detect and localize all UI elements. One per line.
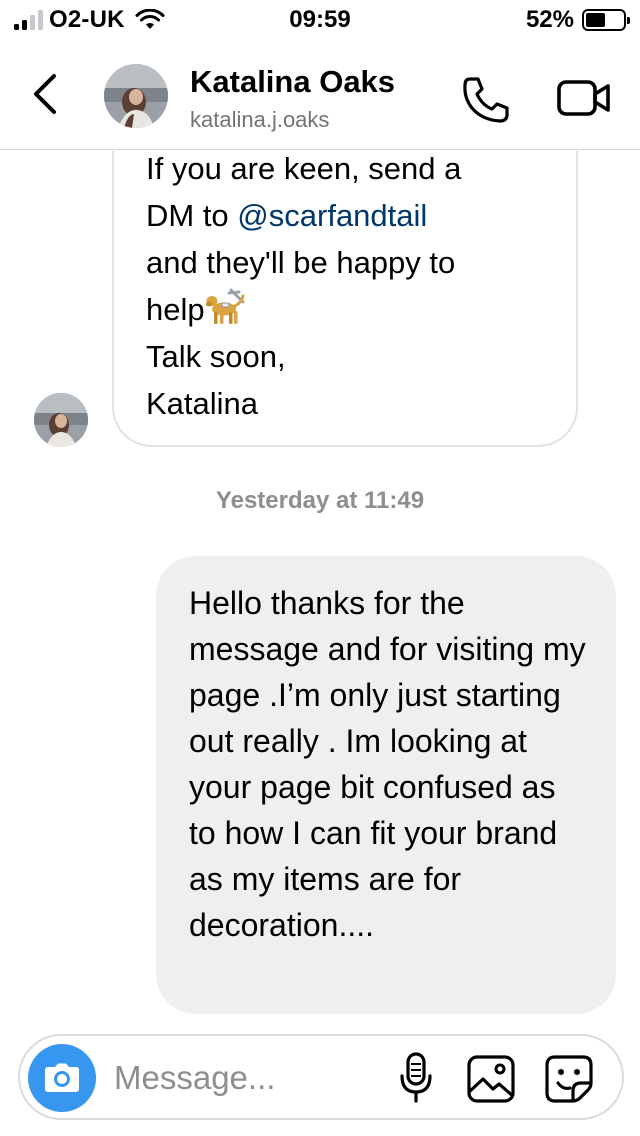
- mention-link[interactable]: @scarfandtail: [237, 198, 427, 233]
- outgoing-message[interactable]: Hello thanks for the message and for vis…: [156, 556, 616, 1014]
- microphone-icon[interactable]: [398, 1052, 434, 1104]
- conversation-header: Katalina Oaks katalina.j.oaks: [0, 40, 640, 150]
- message-timestamp: Yesterday at 11:49: [215, 487, 425, 514]
- battery-percent: 52%: [525, 6, 574, 33]
- contact-name[interactable]: Katalina Oaks: [190, 64, 395, 100]
- camera-icon: [45, 1063, 79, 1092]
- message-line: and they'll be happy to: [146, 245, 456, 280]
- sticker-icon[interactable]: [544, 1054, 594, 1104]
- video-camera-icon[interactable]: [556, 78, 612, 118]
- chevron-left-icon[interactable]: [30, 72, 60, 116]
- camera-button[interactable]: [28, 1044, 96, 1112]
- status-bar: O2-UK 09:59 52%: [0, 0, 640, 40]
- message-line: Talk soon,: [146, 339, 286, 374]
- avatar[interactable]: [104, 64, 168, 128]
- message-line: help: [146, 286, 546, 333]
- guide-dog-emoji-icon: [205, 288, 245, 324]
- message-line: Katalina: [146, 386, 259, 421]
- message-text: Hello thanks for the message and for vis…: [189, 585, 586, 943]
- battery-icon: [582, 9, 630, 31]
- message-thread[interactable]: If you are keen, send a DM to @scarfandt…: [0, 151, 640, 1031]
- message-input[interactable]: [114, 1054, 384, 1102]
- avatar[interactable]: [34, 393, 88, 447]
- battery-level: [586, 13, 605, 27]
- contact-handle[interactable]: katalina.j.oaks: [190, 107, 329, 133]
- phone-icon[interactable]: [460, 74, 512, 126]
- message-line: If you are keen, send a: [146, 151, 462, 186]
- battery-status: 52%: [525, 6, 630, 34]
- message-composer: [18, 1034, 624, 1120]
- incoming-message[interactable]: If you are keen, send a DM to @scarfandt…: [112, 151, 578, 447]
- gallery-icon[interactable]: [466, 1054, 516, 1104]
- message-line: DM to @scarfandtail: [146, 198, 428, 233]
